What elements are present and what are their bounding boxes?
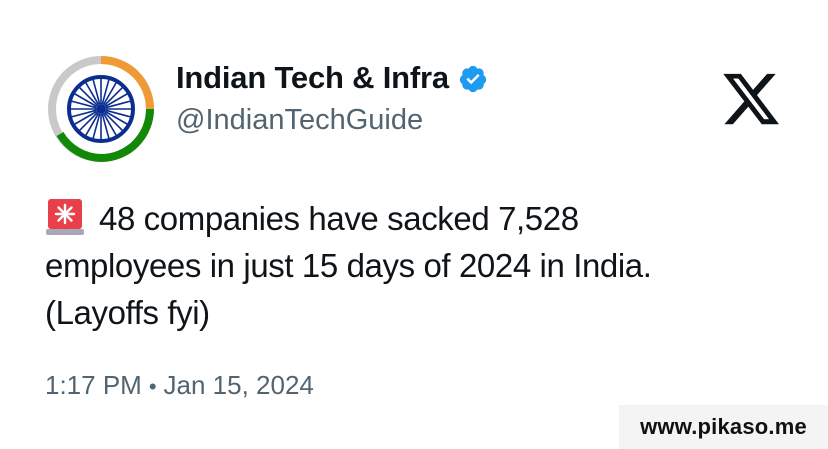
author-name-row[interactable]: Indian Tech & Infra (176, 60, 488, 96)
tweet-text: 48 companies have sacked 7,528 employees… (45, 195, 745, 336)
tweet-line-3: (Layoffs fyi) (45, 294, 210, 331)
tweet-line-2: employees in just 15 days of 2024 in Ind… (45, 247, 652, 284)
timestamp-separator: • (148, 374, 157, 399)
avatar[interactable] (46, 54, 156, 164)
tweet-date[interactable]: Jan 15, 2024 (164, 370, 314, 400)
verified-badge-icon (459, 65, 487, 93)
author-handle[interactable]: @IndianTechGuide (176, 104, 423, 137)
siren-icon (46, 199, 84, 235)
tweet-timestamp[interactable]: 1:17 PM • Jan 15, 2024 (45, 370, 314, 401)
tweet-line-1-text: 48 companies have sacked 7,528 (99, 200, 579, 237)
watermark: www.pikaso.me (619, 405, 828, 449)
x-logo-icon[interactable] (720, 68, 782, 130)
tweet-time[interactable]: 1:17 PM (45, 370, 142, 400)
tweet-line-1: 48 companies have sacked 7,528 (45, 195, 745, 242)
india-ashoka-chakra-icon (48, 56, 154, 163)
author-display-name[interactable]: Indian Tech & Infra (176, 60, 449, 96)
